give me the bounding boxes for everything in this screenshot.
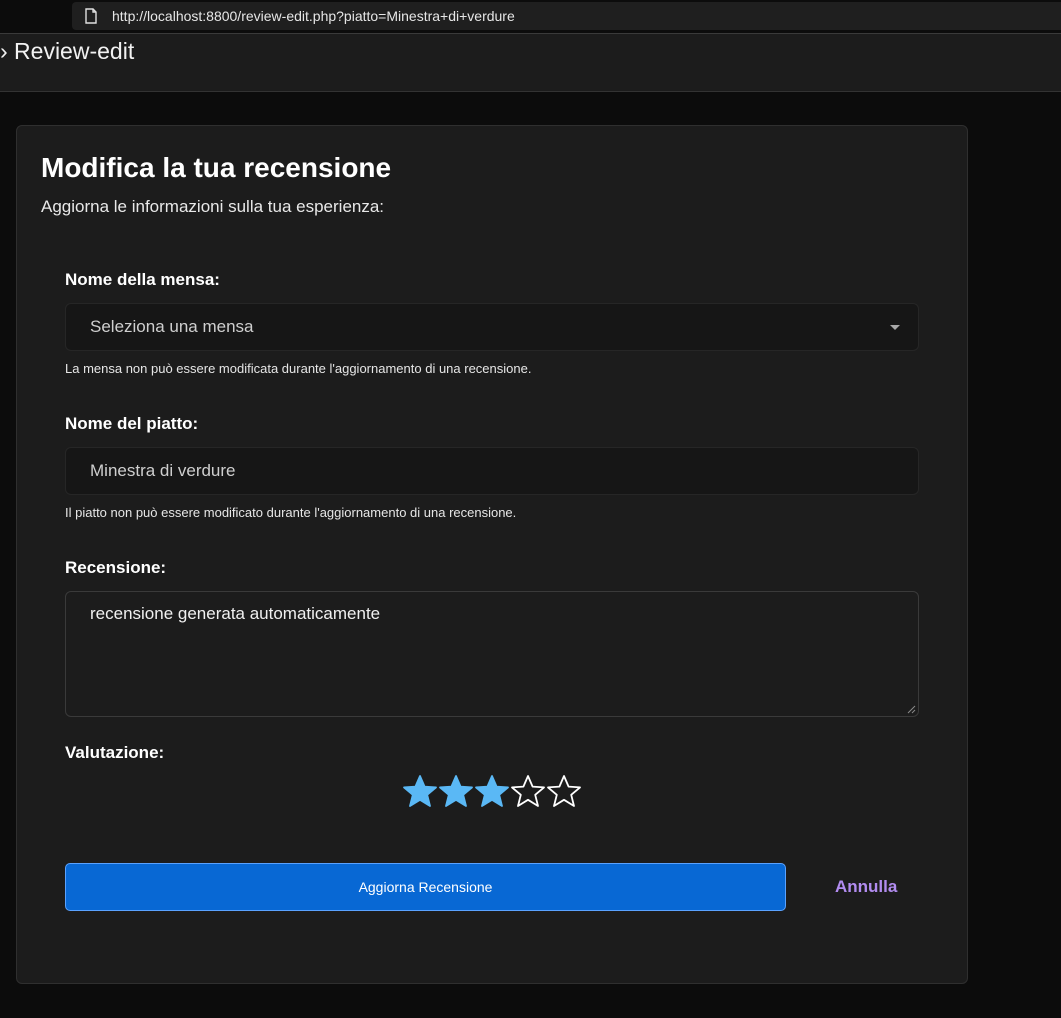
star-icon[interactable] [438,774,474,810]
page-icon [84,8,98,24]
recensione-text: recensione generata automaticamente [90,604,381,623]
update-review-button[interactable]: Aggiorna Recensione [65,863,786,911]
page-title: Modifica la tua recensione [41,152,392,183]
resize-handle-icon[interactable] [907,705,916,714]
recensione-label: Recensione: [65,558,167,577]
review-edit-card: Modifica la tua recensione Aggiorna le i… [16,125,968,984]
star-rating[interactable] [402,774,582,810]
cancel-link[interactable]: Annulla [835,877,897,897]
star-icon[interactable] [402,774,438,810]
breadcrumb: › Review-edit [0,38,135,64]
browser-toolbar: http://localhost:8800/review-edit.php?pi… [0,0,1061,34]
piatto-field-value: Minestra di verdure [90,461,236,480]
mensa-label: Nome della mensa: [65,270,220,289]
address-bar[interactable]: http://localhost:8800/review-edit.php?pi… [72,2,1061,30]
chevron-down-icon [890,325,900,330]
star-icon[interactable] [474,774,510,810]
page-subtitle: Aggiorna le informazioni sulla tua esper… [41,197,385,216]
star-icon[interactable] [546,774,582,810]
valutazione-label: Valutazione: [65,743,165,762]
mensa-select-value: Seleziona una mensa [90,317,254,336]
breadcrumb-bar: › Review-edit [0,34,1061,92]
piatto-help-text: Il piatto non può essere modificato dura… [65,505,517,520]
address-bar-url: http://localhost:8800/review-edit.php?pi… [112,8,515,24]
mensa-select[interactable]: Seleziona una mensa [65,303,919,351]
piatto-label: Nome del piatto: [65,414,199,433]
recensione-textarea[interactable]: recensione generata automaticamente [65,591,919,717]
piatto-field[interactable]: Minestra di verdure [65,447,919,495]
star-icon[interactable] [510,774,546,810]
mensa-help-text: La mensa non può essere modificata duran… [65,361,532,376]
